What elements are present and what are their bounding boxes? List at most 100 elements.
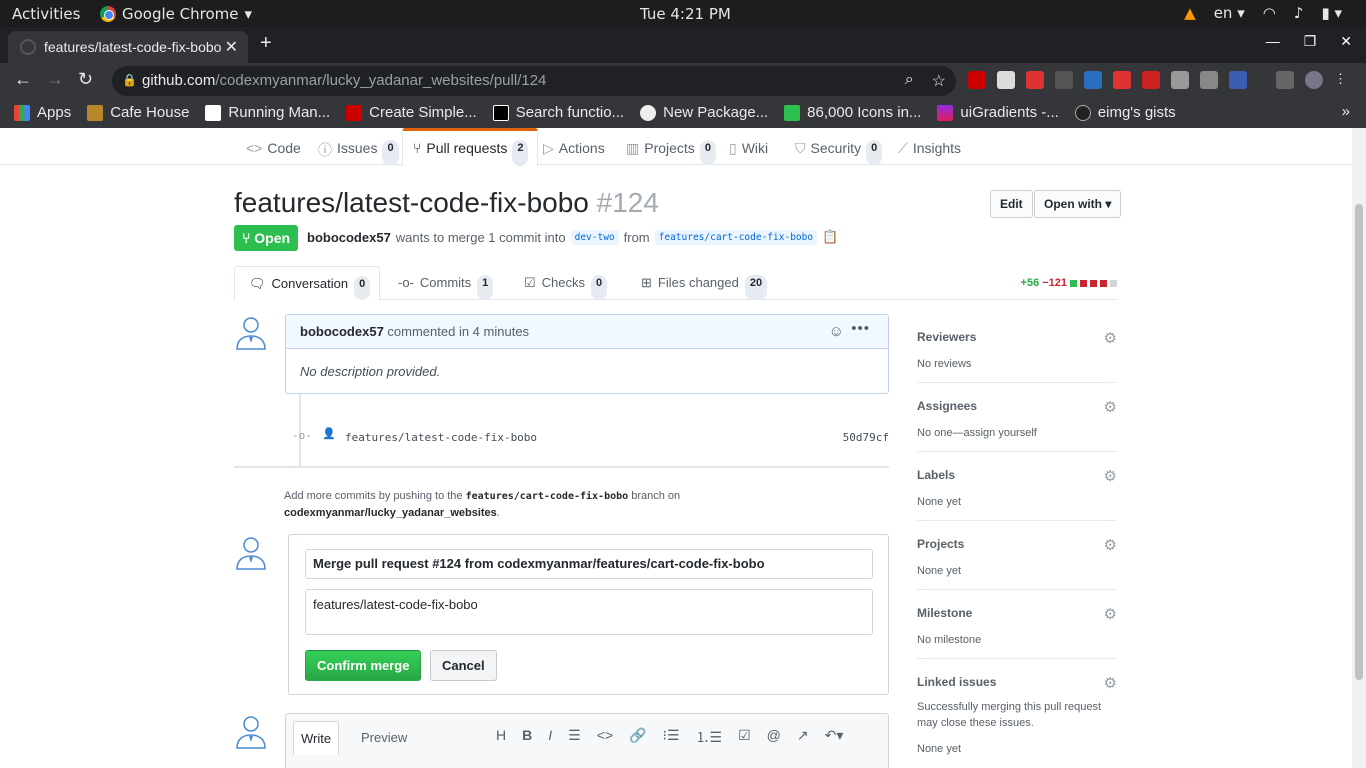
commit-sha[interactable]: 50d79cf (843, 431, 889, 444)
gear-icon[interactable]: ⚙ (1104, 398, 1117, 416)
vlc-icon[interactable]: ▲ (1184, 4, 1196, 22)
gear-icon[interactable]: ⚙ (1104, 674, 1117, 692)
head-branch[interactable]: features/cart-code-fix-bobo (654, 229, 818, 245)
maximize-icon[interactable]: ❐ (1304, 33, 1317, 50)
clock[interactable]: Tue 4:21 PM (640, 5, 731, 23)
comment-author[interactable]: bobocodex57 (300, 324, 384, 339)
wifi-icon[interactable]: ◠ (1263, 4, 1276, 22)
kebab-icon[interactable]: ••• (851, 320, 870, 337)
tab-preview[interactable]: Preview (354, 721, 414, 755)
repo-tab-projects[interactable]: ▥ Projects 0 (626, 128, 716, 165)
scrollbar[interactable] (1352, 128, 1366, 768)
tab-commits[interactable]: -o- Commits 1 (398, 266, 494, 300)
edit-button[interactable]: Edit (990, 190, 1033, 218)
extension-icon[interactable] (1171, 71, 1189, 89)
author-link[interactable]: bobocodex57 (307, 230, 391, 245)
bookmark-item[interactable]: Running Man... (205, 104, 330, 121)
more-bookmarks-icon[interactable]: » (1342, 103, 1350, 120)
bookmark-item[interactable]: New Package... (640, 104, 768, 121)
extension-icon[interactable] (1229, 71, 1247, 89)
gear-icon[interactable]: ⚙ (1104, 536, 1117, 554)
new-tab-button[interactable]: + (260, 32, 272, 55)
profile-avatar[interactable] (1305, 71, 1323, 89)
repo-tab-code[interactable]: <> Code (246, 128, 301, 165)
bookmark-star-icon[interactable]: ☆ (932, 71, 946, 91)
clipboard-icon[interactable]: 📋 (822, 229, 838, 245)
bookmark-item[interactable]: 86,000 Icons in... (784, 104, 921, 121)
italic-icon[interactable]: I (548, 727, 552, 747)
bookmark-item[interactable]: Create Simple... (346, 104, 477, 121)
minimize-icon[interactable]: — (1266, 33, 1280, 50)
bookmark-item[interactable]: Apps (14, 104, 71, 121)
zoom-icon[interactable]: ⌕ (905, 71, 914, 91)
heading-icon[interactable]: H (496, 727, 506, 747)
repo-tab-pull-requests[interactable]: ⑂ Pull requests 2 (402, 128, 539, 166)
code-icon[interactable]: <> (597, 727, 613, 747)
smiley-icon[interactable]: ☺ (829, 323, 844, 340)
base-branch[interactable]: dev-two (570, 229, 619, 245)
task-list-icon[interactable]: ☑ (738, 727, 751, 747)
lock-icon[interactable]: 🔒 (122, 73, 137, 87)
gear-icon[interactable]: ⚙ (1104, 605, 1117, 623)
sidebar-label[interactable]: Linked issues (917, 675, 1117, 689)
quote-icon[interactable]: ☰ (568, 727, 581, 747)
sidebar-label[interactable]: Projects (917, 537, 1117, 551)
merge-title-input[interactable]: Merge pull request #124 from codexmyanma… (305, 549, 873, 579)
avatar[interactable] (234, 713, 268, 749)
reload-icon[interactable]: ↻ (78, 69, 93, 90)
avatar[interactable] (234, 534, 268, 570)
extension-icon[interactable] (997, 71, 1015, 89)
gear-icon[interactable]: ⚙ (1104, 467, 1117, 485)
bookmark-item[interactable]: uiGradients -... (937, 104, 1059, 121)
bold-icon[interactable]: B (522, 727, 532, 747)
address-bar[interactable]: 🔒 github.com/codexmyanmar/lucky_yadanar_… (112, 66, 956, 96)
volume-icon[interactable]: ♪ (1294, 4, 1304, 22)
extension-icon[interactable] (1026, 71, 1044, 89)
repo-tab-insights[interactable]: ⟋ Insights (898, 128, 961, 165)
menu-icon[interactable]: ⋮ (1334, 71, 1347, 89)
browser-tab[interactable]: features/latest-code-fix-bobo ✕ (8, 31, 248, 63)
repo-tab-security[interactable]: ⛉ Security 0 (795, 128, 883, 165)
cancel-button[interactable]: Cancel (430, 650, 497, 681)
numbered-list-icon[interactable]: ⒈☰ (696, 727, 723, 747)
sidebar-label[interactable]: Assignees (917, 399, 1117, 413)
bookmark-item[interactable]: Search functio... (492, 104, 624, 121)
repo-tab-actions[interactable]: ▷ Actions (543, 128, 605, 165)
avatar[interactable] (234, 314, 268, 350)
tab-files-changed[interactable]: ⊞ Files changed 20 (641, 266, 768, 300)
sidebar-value[interactable]: No one—assign yourself (917, 425, 1117, 441)
scrollbar-thumb[interactable] (1355, 204, 1363, 680)
merge-body-textarea[interactable]: features/latest-code-fix-bobo (305, 589, 873, 635)
open-with-button[interactable]: Open with ▾ (1034, 190, 1122, 218)
gear-icon[interactable]: ⚙ (1104, 329, 1117, 347)
extension-icon[interactable] (1200, 71, 1218, 89)
activities-button[interactable]: Activities (12, 5, 80, 23)
repo-tab-issues[interactable]: ⓘ Issues 0 (318, 128, 399, 165)
language-indicator[interactable]: en ▾ (1214, 4, 1245, 22)
commit-message[interactable]: features/latest-code-fix-bobo (345, 431, 537, 444)
extension-icon[interactable] (1055, 71, 1073, 89)
link-icon[interactable]: 🔗 (629, 727, 646, 747)
close-window-icon[interactable]: ✕ (1340, 33, 1352, 50)
confirm-merge-button[interactable]: Confirm merge (305, 650, 422, 681)
app-menu[interactable]: Google Chrome ▾ (100, 5, 252, 23)
extension-icon[interactable] (1084, 71, 1102, 89)
avatar[interactable]: 👤 (322, 427, 336, 440)
repo-tab-wiki[interactable]: ▯ Wiki (729, 128, 768, 165)
sidebar-label[interactable]: Reviewers (917, 330, 1117, 344)
tab-checks[interactable]: ☑ Checks 0 (524, 266, 608, 300)
forward-icon[interactable]: → (46, 69, 64, 90)
battery-icon[interactable]: ▮ ▾ (1321, 4, 1342, 22)
bulleted-list-icon[interactable]: ⁝☰ (663, 727, 680, 747)
tab-write[interactable]: Write (293, 721, 340, 755)
tab-conversation[interactable]: 🗨 Conversation 0 (234, 266, 380, 301)
sidebar-label[interactable]: Labels (917, 468, 1117, 482)
extension-icon[interactable] (1142, 71, 1160, 89)
mention-icon[interactable]: @ (767, 727, 781, 747)
bookmark-item[interactable]: Cafe House (87, 104, 189, 121)
reply-icon[interactable]: ↶▾ (825, 727, 844, 747)
bookmark-item[interactable]: eimg's gists (1074, 104, 1176, 121)
extension-icon[interactable] (1113, 71, 1131, 89)
sidebar-label[interactable]: Milestone (917, 606, 1117, 620)
extension-icon[interactable] (968, 71, 986, 89)
